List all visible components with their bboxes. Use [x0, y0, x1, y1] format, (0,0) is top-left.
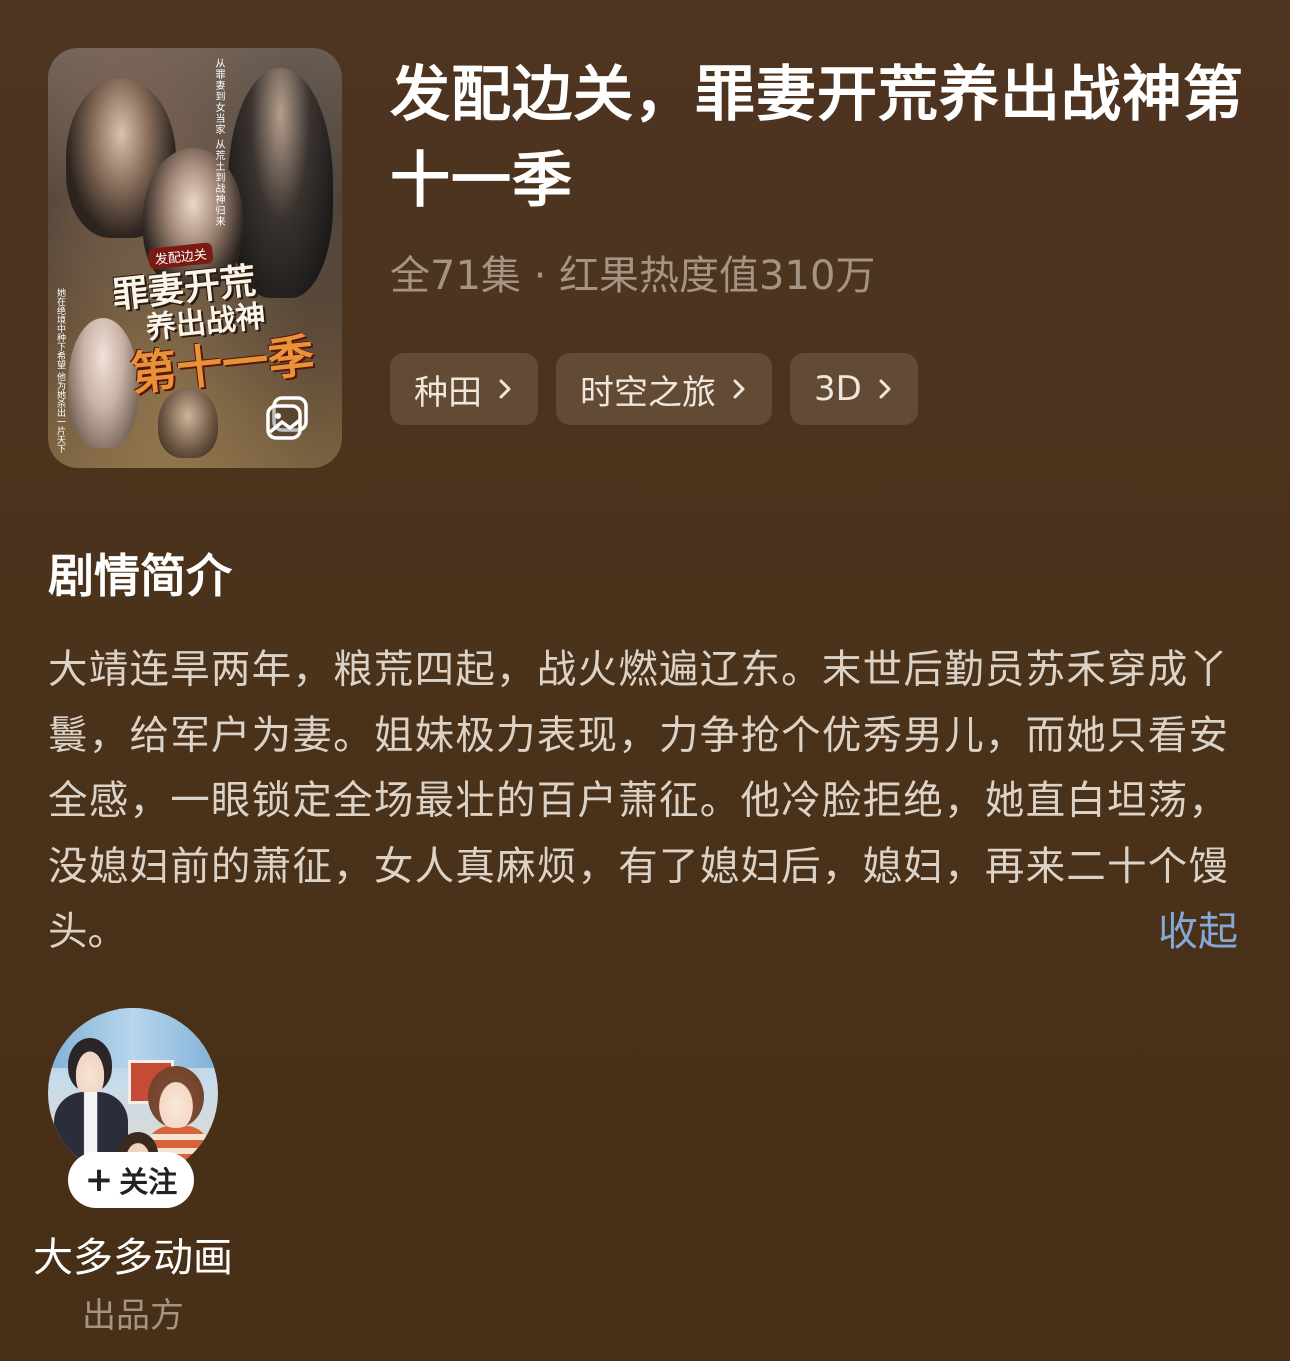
drama-meta: 全71集 · 红果热度值310万: [390, 253, 876, 299]
gallery-icon[interactable]: [264, 394, 312, 442]
tag-chip[interactable]: 时空之旅: [556, 353, 772, 425]
poster-title-art: 发配边关 罪妻开荒 养出战神 第十一季: [108, 228, 342, 401]
poster-image[interactable]: 从罪妻到女当家 从荒土到战神归来 她在绝境中种下希望 他为她杀出一片天下 发配边…: [48, 48, 342, 468]
synopsis-heading: 剧情简介: [48, 549, 232, 603]
avatar-detail: [148, 1066, 204, 1128]
tag-chip[interactable]: 种田: [390, 353, 538, 425]
avatar-detail: [68, 1038, 112, 1092]
tag-label: 时空之旅: [580, 372, 716, 413]
tag-label: 种田: [414, 372, 482, 413]
tag-chip[interactable]: 3D: [790, 353, 918, 425]
plus-icon: +: [84, 1160, 114, 1200]
drama-title: 发配边关，罪妻开荒养出战神第十一季: [390, 60, 1244, 216]
follow-button[interactable]: + 关注: [68, 1152, 194, 1208]
poster-vertical-text: 她在绝境中种下希望 他为她杀出一片天下: [55, 288, 65, 453]
poster-vertical-text: 从罪妻到女当家 从荒土到战神归来: [213, 58, 224, 228]
poster-figure: [158, 388, 218, 458]
follow-label: 关注: [119, 1165, 178, 1199]
tag-label: 3D: [814, 369, 862, 409]
producer-name[interactable]: 大多多动画: [20, 1230, 246, 1286]
chevron-right-icon: [733, 379, 745, 399]
collapse-link[interactable]: 收起: [1158, 902, 1238, 962]
drama-header: 从罪妻到女当家 从荒土到战神归来 她在绝境中种下希望 他为她杀出一片天下 发配边…: [0, 0, 1290, 500]
synopsis-text: 大靖连旱两年，粮荒四起，战火燃遍辽东。末世后勤员苏禾穿成丫鬟，给军户为妻。姐妹极…: [48, 647, 1228, 955]
producer-role: 出品方: [82, 1296, 184, 1336]
tag-list: 种田 时空之旅 3D: [390, 353, 918, 425]
chevron-right-icon: [879, 379, 891, 399]
producer-card[interactable]: + 关注 大多多动画 出品方: [20, 1008, 246, 1348]
chevron-right-icon: [499, 379, 511, 399]
